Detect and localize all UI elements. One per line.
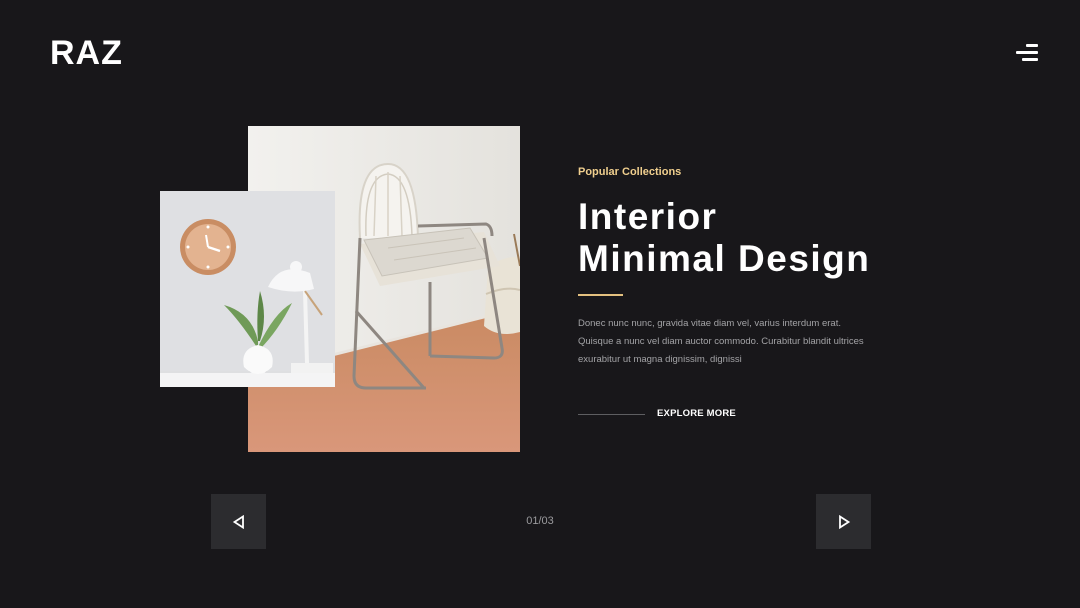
section-eyebrow: Popular Collections bbox=[578, 166, 682, 178]
page: RAZ Popular Collections Interior Minimal… bbox=[0, 0, 1080, 608]
hero-photo-decor bbox=[160, 191, 335, 387]
triangle-left-icon bbox=[232, 514, 244, 529]
hero-title-line-2: Minimal Design bbox=[578, 238, 871, 279]
next-slide-button[interactable] bbox=[816, 494, 871, 549]
prev-slide-button[interactable] bbox=[211, 494, 266, 549]
triangle-right-icon bbox=[838, 514, 850, 529]
slide-counter: 01/03 bbox=[526, 515, 554, 527]
accent-divider bbox=[578, 294, 623, 296]
hamburger-menu-icon[interactable] bbox=[1008, 40, 1042, 66]
hero-title: Interior Minimal Design bbox=[578, 196, 870, 280]
menu-line-bottom bbox=[1022, 58, 1038, 61]
hero-title-line-1: Interior bbox=[578, 196, 718, 237]
cta-line bbox=[578, 414, 645, 415]
menu-line-middle bbox=[1016, 51, 1038, 54]
explore-more-link[interactable]: EXPLORE MORE bbox=[657, 408, 736, 419]
menu-line-top bbox=[1026, 44, 1038, 47]
brand-logo[interactable]: RAZ bbox=[50, 34, 123, 73]
hero-description: Donec nunc nunc, gravida vitae diam vel,… bbox=[578, 318, 864, 365]
